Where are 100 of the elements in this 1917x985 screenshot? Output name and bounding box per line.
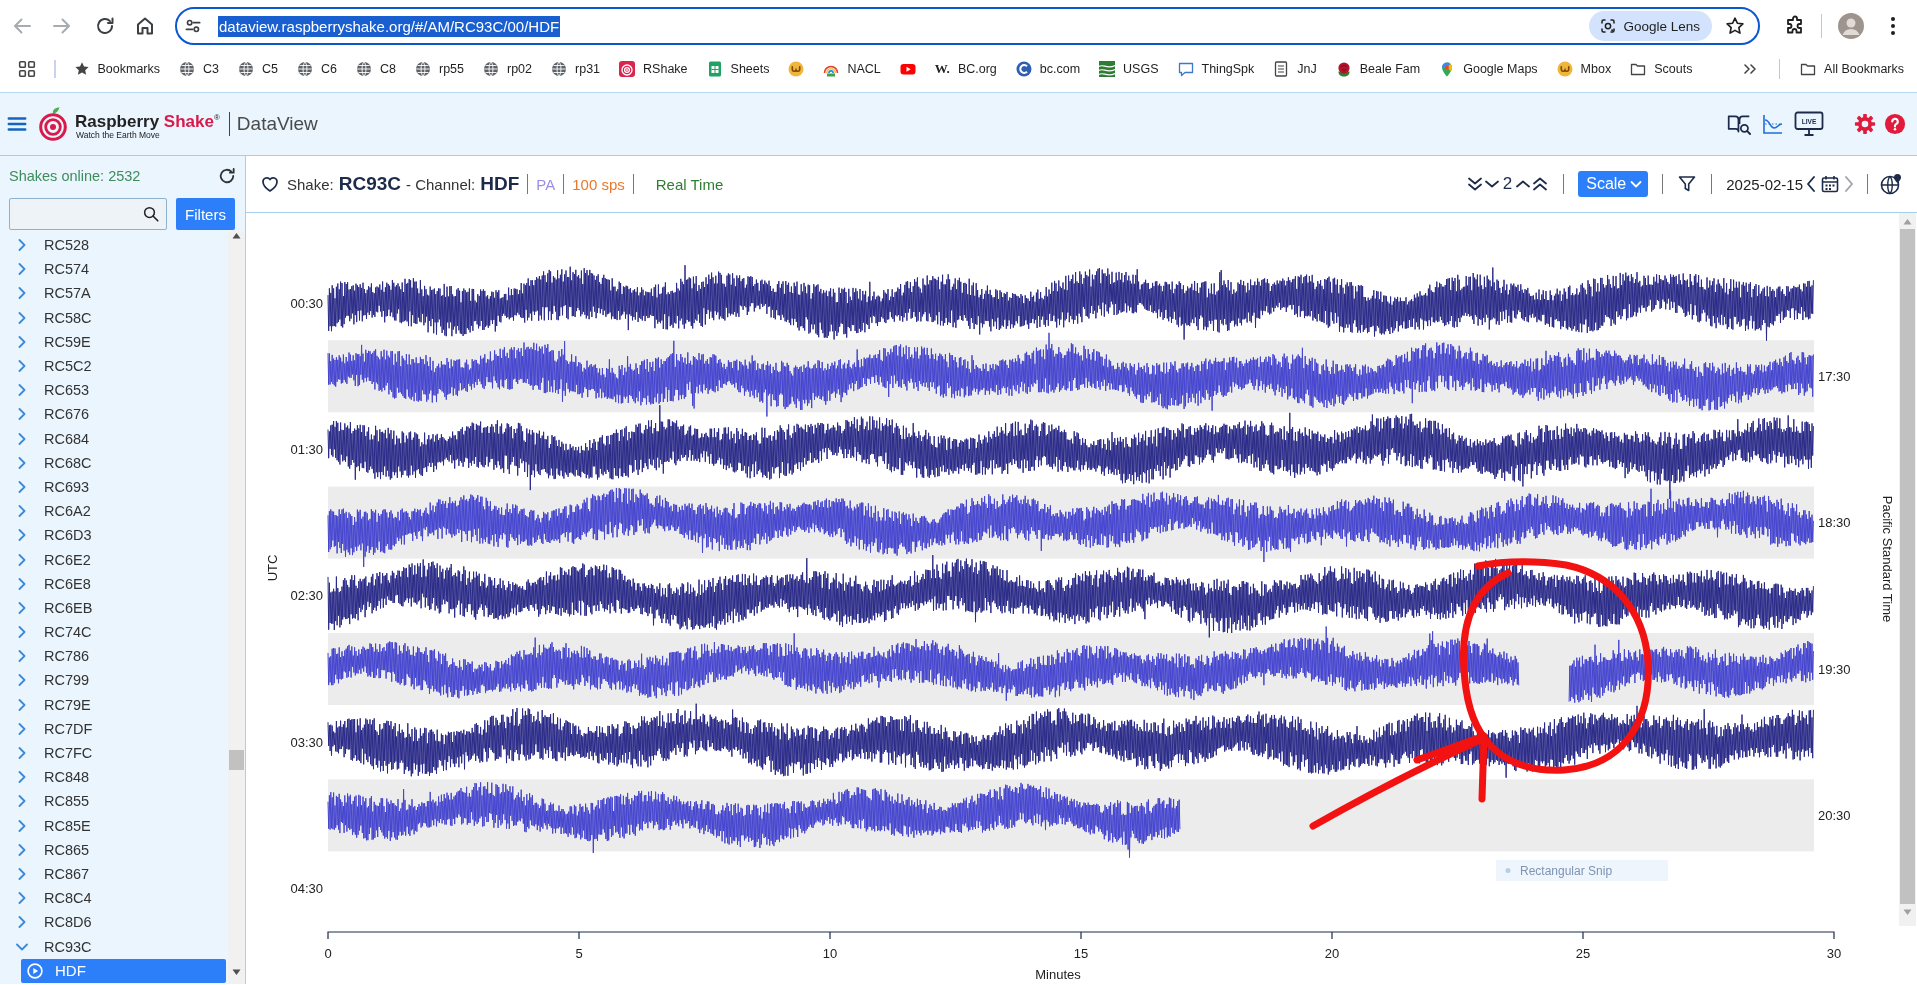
chevron-right-icon[interactable] (16, 916, 28, 929)
double-chevron-up-icon[interactable] (1531, 175, 1550, 193)
chevron-right-icon[interactable] (16, 819, 28, 832)
tree-item[interactable]: RC93C (0, 934, 228, 959)
tree-item[interactable]: RC786 (0, 644, 228, 669)
help-icon[interactable] (1884, 113, 1906, 135)
tree-item[interactable]: RC528 (0, 233, 228, 258)
chevron-right-icon[interactable] (16, 263, 28, 276)
bookmark-link[interactable]: C6 (297, 61, 337, 77)
tree-item[interactable]: RC7DF (0, 716, 228, 741)
tree-item[interactable]: RC867 (0, 861, 228, 887)
tree-item[interactable]: RC865 (0, 837, 228, 862)
refresh-icon[interactable] (217, 166, 237, 186)
chevron-right-icon[interactable] (16, 843, 28, 856)
chevron-right-icon[interactable] (16, 698, 28, 711)
curve-chart-icon[interactable] (1761, 112, 1785, 136)
tree-item[interactable]: RC653 (0, 378, 228, 403)
tree-item[interactable]: RC6D3 (0, 523, 228, 548)
bookmark-link[interactable]: Scouts (1630, 61, 1693, 77)
chevron-right-icon[interactable] (16, 747, 28, 760)
bookmark-link[interactable]: W. BC.org (934, 61, 997, 77)
bookmark-link[interactable]: Bookmarks (73, 61, 161, 77)
tree-item[interactable]: RC8D6 (0, 910, 228, 935)
chevron-right-icon[interactable] (16, 505, 28, 518)
bookmark-link[interactable]: Mbox (1556, 61, 1612, 77)
chevron-right-icon[interactable] (16, 553, 28, 566)
chevron-right-icon[interactable] (16, 795, 28, 808)
bookmark-link[interactable]: JnJ (1273, 61, 1317, 77)
address-field[interactable]: dataview.raspberryshake.org/#/AM/RC93C/00/HDF (218, 15, 561, 37)
tree-item[interactable]: RC6E8 (0, 571, 228, 596)
bookmark-link[interactable]: NACL (823, 61, 881, 77)
tree-item[interactable]: RC57A (0, 281, 228, 306)
tree-item[interactable]: RC693 (0, 474, 228, 500)
chevron-right-icon[interactable] (16, 892, 28, 905)
chevron-right-icon[interactable] (16, 577, 28, 590)
bookmark-link[interactable]: bc.com (1015, 61, 1081, 77)
chevron-right-icon[interactable] (16, 529, 28, 542)
settings-icon[interactable] (1854, 113, 1876, 135)
bookmark-link[interactable]: USGS (1099, 61, 1159, 77)
tree-item[interactable]: RC855 (0, 789, 228, 814)
filter-icon[interactable] (1677, 174, 1698, 194)
more-bookmarks-icon[interactable] (1742, 61, 1759, 77)
scroll-up-icon[interactable] (232, 232, 241, 239)
channel-item[interactable]: HDF (21, 958, 226, 983)
chevron-left-icon[interactable] (1805, 175, 1817, 193)
avatar-icon[interactable] (1838, 13, 1864, 39)
scrollbar-thumb[interactable] (1900, 229, 1915, 904)
tree-item[interactable]: RC848 (0, 765, 228, 790)
bookmark-link[interactable]: rp55 (414, 61, 464, 77)
bookmark-link[interactable]: rp31 (551, 61, 601, 77)
bookmark-link[interactable] (899, 61, 916, 77)
chevron-right-icon[interactable] (16, 626, 28, 639)
scale-button[interactable]: Scale (1578, 171, 1649, 197)
tree-item[interactable]: RC7FC (0, 740, 228, 766)
tree-item[interactable]: RC68C (0, 450, 228, 475)
bookmark-link[interactable]: Sheets (706, 61, 770, 77)
bookmark-link[interactable]: C5 (238, 61, 278, 77)
bookmark-link[interactable]: ThingSpk (1177, 61, 1255, 77)
chevron-right-icon[interactable] (16, 722, 28, 735)
chevron-right-icon[interactable] (16, 650, 28, 663)
tree-item[interactable]: RC6EB (0, 595, 228, 620)
scrollbar[interactable] (228, 232, 245, 984)
chevron-right-icon[interactable] (16, 867, 28, 880)
chevron-right-icon[interactable] (16, 480, 28, 493)
chevron-right-icon[interactable] (16, 771, 28, 784)
double-chevron-down-icon[interactable] (1465, 175, 1484, 193)
tree-item[interactable]: RC684 (0, 426, 228, 451)
bookmark-link[interactable]: C8 (356, 61, 396, 77)
tree-item[interactable]: RC85E (0, 813, 228, 838)
tree-item[interactable]: RC74C (0, 620, 228, 645)
bookmark-link[interactable]: Beale Fam (1335, 61, 1421, 77)
bookmark-link[interactable]: C3 (179, 61, 219, 77)
chevron-right-icon[interactable] (16, 408, 28, 421)
scrollbar[interactable] (1899, 213, 1916, 926)
address-bar[interactable]: dataview.raspberryshake.org/#/AM/RC93C/00/HDF Google Lens (175, 7, 1760, 45)
chevron-right-icon[interactable] (16, 456, 28, 469)
tree-item[interactable]: RC59E (0, 329, 228, 354)
globe-icon[interactable] (1880, 173, 1902, 195)
bookmark-link[interactable]: Google Maps (1439, 61, 1538, 77)
chevron-right-icon[interactable] (16, 674, 28, 687)
tree-item[interactable]: RC79E (0, 692, 228, 717)
all-bookmarks-link[interactable]: All Bookmarks (1800, 61, 1904, 77)
tree-item[interactable]: RC58C (0, 305, 228, 330)
chevron-right-icon[interactable] (16, 360, 28, 373)
scrollbar-thumb[interactable] (229, 750, 244, 770)
bookmark-star-icon[interactable] (1724, 15, 1746, 37)
chevron-right-icon[interactable] (16, 384, 28, 397)
tree-item[interactable]: RC8C4 (0, 886, 228, 911)
tree-item[interactable]: RC6E2 (0, 547, 228, 572)
bookmark-link[interactable]: RShake (619, 61, 688, 77)
heart-icon[interactable] (260, 174, 280, 194)
filters-button[interactable]: Filters (176, 198, 235, 230)
search-field[interactable] (9, 198, 167, 230)
chevron-right-icon[interactable] (16, 432, 28, 445)
chevron-right-icon[interactable] (16, 239, 28, 252)
google-lens-button[interactable]: Google Lens (1589, 11, 1712, 41)
tree-item[interactable]: RC5C2 (0, 353, 228, 379)
chevron-right-icon[interactable] (16, 335, 28, 348)
bookmark-link[interactable]: rp02 (483, 61, 533, 77)
calendar-icon[interactable] (1821, 175, 1839, 193)
